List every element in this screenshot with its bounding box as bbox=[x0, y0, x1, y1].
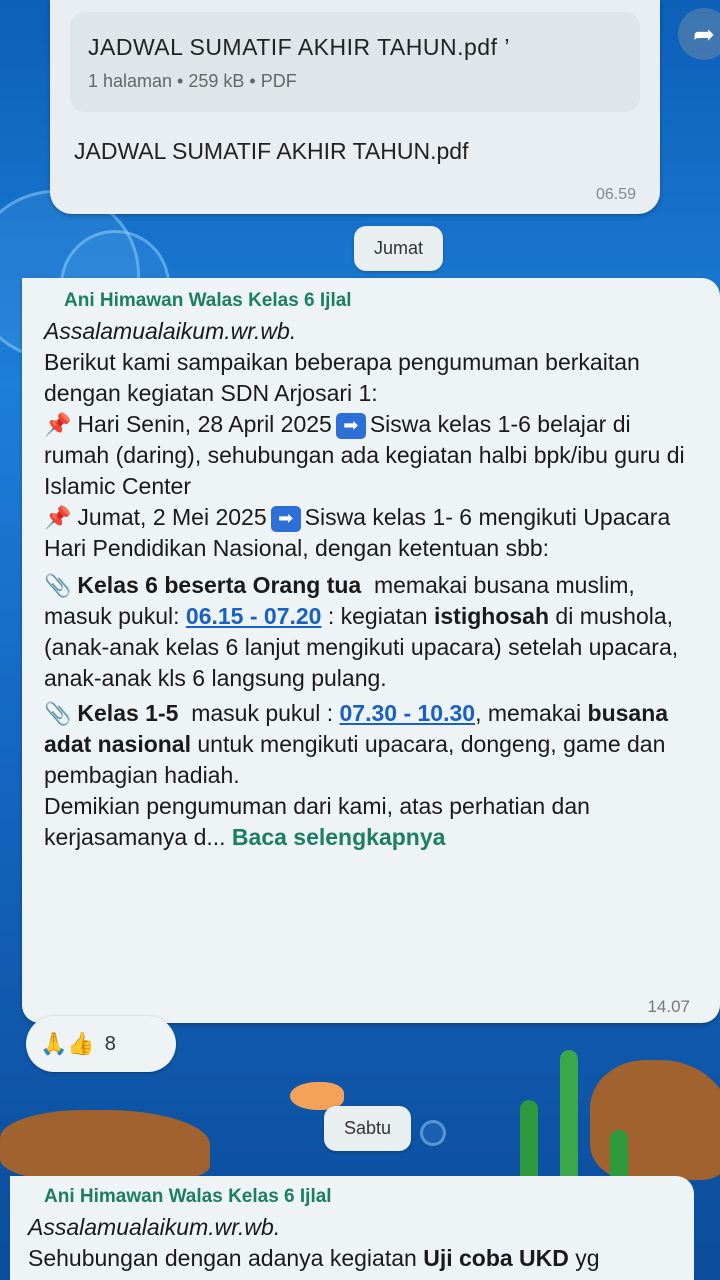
announcement-message-bubble[interactable]: Ani Himawan Walas Kelas 6 Ijlal Assalamu… bbox=[22, 278, 720, 1023]
bold-text: Kelas 1-5 bbox=[77, 700, 179, 726]
subitem-text: : kegiatan bbox=[327, 603, 428, 629]
item-date: Hari Senin, 28 April 2025 bbox=[77, 411, 332, 437]
document-file-name: JADWAL SUMATIF AKHIR TAHUN.pdf ’ bbox=[88, 34, 510, 60]
reactions-pill[interactable]: 🙏👍 8 bbox=[26, 1016, 176, 1072]
pushpin-icon: 📌 bbox=[44, 412, 72, 437]
announcement-item: 📌 Hari Senin, 28 April 2025 ➡ Siswa kelas 1… bbox=[44, 409, 700, 502]
intro-text: Berikut kami sampaikan beberapa pengumum… bbox=[44, 349, 640, 406]
bold-text: Kelas 6 beserta Orang tua bbox=[77, 572, 362, 598]
text-part: Sehubungan dengan adanya kegiatan bbox=[28, 1245, 417, 1271]
right-arrow-icon: ➡ bbox=[335, 412, 366, 439]
document-caption: JADWAL SUMATIF AKHIR TAHUN.pdf bbox=[74, 138, 469, 164]
reaction-emojis: 🙏👍 bbox=[40, 1031, 95, 1056]
text-part: yg bbox=[575, 1245, 600, 1271]
time-link[interactable]: 07.30 - 10.30 bbox=[340, 700, 476, 726]
reaction-count: 8 bbox=[104, 1032, 116, 1055]
sender-name[interactable]: Ani Himawan Walas Kelas 6 Ijlal bbox=[64, 290, 700, 312]
subitem-text: masuk pukul : bbox=[191, 700, 334, 726]
paperclip-icon: 📎 bbox=[44, 573, 72, 598]
paperclip-icon: 📎 bbox=[44, 701, 72, 726]
document-file-meta: 1 halaman • 259 kB • PDF bbox=[88, 71, 297, 91]
greeting-text: Assalamualaikum.wr.wb. bbox=[28, 1214, 281, 1240]
message-body: Assalamualaikum.wr.wb. Berikut kami samp… bbox=[44, 316, 700, 853]
closing-text: Demikian pengumuman dari kami, atas perh… bbox=[44, 791, 700, 853]
message-text: Sehubungan dengan adanya kegiatan Uji co… bbox=[28, 1243, 676, 1274]
second-message-bubble[interactable]: Ani Himawan Walas Kelas 6 Ijlal Assalamu… bbox=[10, 1176, 694, 1280]
bold-text: Uji coba UKD bbox=[423, 1245, 569, 1271]
read-more-link[interactable]: Baca selengkapnya bbox=[232, 824, 446, 850]
message-body: Assalamualaikum.wr.wb. Sehubungan dengan… bbox=[28, 1212, 676, 1274]
document-message-bubble[interactable]: JADWAL SUMATIF AKHIR TAHUN.pdf ’ 1 halam… bbox=[50, 0, 660, 214]
announcement-item: 📌 Jumat, 2 Mei 2025 ➡ Siswa kelas 1- 6 meng… bbox=[44, 502, 700, 564]
sender-name[interactable]: Ani Himawan Walas Kelas 6 Ijlal bbox=[44, 1186, 676, 1208]
date-separator: Sabtu bbox=[324, 1106, 412, 1151]
wallpaper-bubble bbox=[420, 1120, 446, 1146]
announcement-subitem: 📎 Kelas 6 beserta Orang tua memakai busan… bbox=[44, 570, 700, 694]
right-arrow-icon: ➡ bbox=[270, 505, 301, 532]
pushpin-icon: 📌 bbox=[44, 505, 72, 530]
document-attachment[interactable]: JADWAL SUMATIF AKHIR TAHUN.pdf ’ 1 halam… bbox=[70, 12, 640, 112]
message-timestamp: 14.07 bbox=[647, 997, 690, 1016]
date-separator: Jumat bbox=[354, 226, 444, 271]
message-timestamp: 06.59 bbox=[595, 186, 636, 203]
subitem-text: , memakai bbox=[475, 700, 582, 726]
announcement-subitem: 📎 Kelas 1-5 masuk pukul : 07.30 - 10.30, … bbox=[44, 698, 700, 791]
greeting-text: Assalamualaikum.wr.wb. bbox=[44, 318, 297, 344]
bold-text: istighosah bbox=[434, 603, 550, 629]
wallpaper-rock bbox=[0, 1110, 210, 1180]
item-date: Jumat, 2 Mei 2025 bbox=[77, 504, 267, 530]
time-link[interactable]: 06.15 - 07.20 bbox=[186, 603, 322, 629]
